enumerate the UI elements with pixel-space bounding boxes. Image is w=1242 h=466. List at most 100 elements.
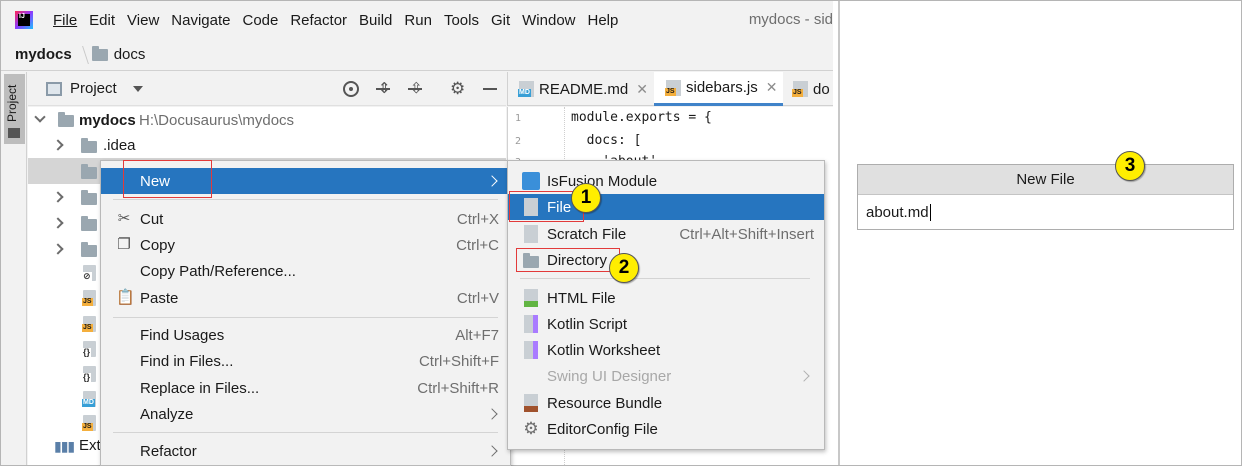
menu-item-paste[interactable]: 📋 Paste Ctrl+V [101,285,510,311]
menu-item-replace-in-files[interactable]: Replace in Files... Ctrl+Shift+R [101,375,510,401]
menu-item-cut[interactable]: ✂ Cut Ctrl+X [101,206,510,232]
highlight-directory [516,248,620,272]
chevron-right-icon [798,370,810,382]
html-file-icon [524,289,538,307]
menu-item-label: Scratch File [547,225,627,243]
isfusion-icon [522,172,540,190]
chevron-right-icon [486,445,498,457]
gear-icon[interactable]: ⚙ [450,80,466,97]
gear-icon: ⚙ [523,419,539,438]
breadcrumb-docs[interactable]: docs [114,46,146,63]
breadcrumb-root[interactable]: mydocs [15,46,72,63]
tab-docs[interactable]: JS do [792,72,830,106]
menu-item-find-in-files[interactable]: Find in Files... Ctrl+Shift+F [101,348,510,374]
folder-icon [81,164,97,179]
menu-window[interactable]: Window [522,12,575,29]
project-stripe-tab[interactable]: Project [4,74,25,144]
menu-item-label: EditorConfig File [547,420,658,438]
filename-input[interactable]: about.md [858,196,1233,229]
menu-code[interactable]: Code [242,12,278,29]
chevron-right-icon [486,175,498,187]
menu-item-refactor[interactable]: Refactor [101,438,510,464]
menu-item-editorconfig-file[interactable]: ⚙ EditorConfig File [508,416,824,442]
menu-item-find-usages[interactable]: Find Usages Alt+F7 [101,322,510,348]
close-icon[interactable]: ✕ [766,79,778,96]
menu-tools[interactable]: Tools [444,12,479,29]
copy-icon: ❐ [117,236,131,253]
js-file-icon: JS [792,81,808,97]
menu-item-resource-bundle[interactable]: Resource Bundle [508,390,824,416]
menu-edit[interactable]: Edit [89,12,115,29]
shortcut-label: Ctrl+Shift+F [418,352,499,370]
menu-item-label: Kotlin Worksheet [547,341,661,359]
json-file-icon: {} [82,341,96,357]
json-file-icon: {} [82,366,96,382]
view-dropdown-icon[interactable] [132,85,143,92]
project-view-icon [46,81,62,96]
tree-row-idea[interactable]: .idea [28,132,506,158]
tree-row-root[interactable]: mydocs H:\Docusaurus\mydocs [28,107,506,133]
chevron-down-icon[interactable] [34,111,46,123]
panel-divider [838,1,840,465]
menu-git[interactable]: Git [491,12,510,29]
folder-icon [91,45,108,61]
highlight-new [123,160,212,198]
js-file-icon: JS [82,290,96,306]
menu-item-label: IsFusion Module [547,172,658,190]
menu-item-label: Resource Bundle [547,394,663,412]
resource-bundle-icon [524,394,538,412]
menu-separator [113,432,498,433]
chevron-right-icon[interactable] [52,191,64,203]
tab-sidebars[interactable]: JS sidebars.js ✕ [654,72,784,106]
dialog-title: New File [858,165,1233,195]
tree-root-label: mydocs [79,111,136,129]
kotlin-icon [524,341,538,359]
libraries-icon: ▮▮▮ [54,438,75,454]
collapse-all-icon[interactable] [407,79,423,97]
close-icon[interactable]: ✕ [636,81,648,98]
text-caret [929,204,931,221]
breadcrumb: mydocs docs [1,39,833,71]
menu-view[interactable]: View [127,12,159,29]
menu-build[interactable]: Build [359,12,392,29]
project-view-title[interactable]: Project [70,80,117,97]
menu-separator [113,317,498,318]
menu-item-swing-ui-designer: Swing UI Designer [508,363,824,389]
menu-item-html-file[interactable]: HTML File [508,285,824,311]
md-file-icon: MD [518,81,534,97]
menu-item-copy-path[interactable]: Copy Path/Reference... [101,258,510,284]
chevron-right-icon[interactable] [52,217,64,229]
expand-all-icon[interactable] [375,79,391,97]
menu-help[interactable]: Help [588,12,619,29]
menu-item-copy[interactable]: ❐ Copy Ctrl+C [101,232,510,258]
menu-bar: File Edit View Navigate Code Refactor Bu… [1,1,833,39]
chevron-right-icon[interactable] [52,139,64,151]
chevron-right-icon[interactable] [52,243,64,255]
menu-file[interactable]: File [53,12,77,29]
folder-icon [8,128,20,138]
menu-item-analyze[interactable]: Analyze [101,401,510,427]
code-line: docs: [ [571,133,642,148]
tab-label: sidebars.js [686,79,758,96]
menu-item-kotlin-worksheet[interactable]: Kotlin Worksheet [508,337,824,363]
locate-icon[interactable] [343,81,359,97]
new-file-dialog: New File about.md [857,164,1234,230]
shortcut-label: Ctrl+X [456,210,499,228]
shortcut-label: Ctrl+Alt+Shift+Insert [679,225,814,243]
tree-idea-label: .idea [103,136,136,154]
callout-badge-2: 2 [609,253,639,283]
hide-icon[interactable] [482,81,498,97]
menu-separator [520,278,810,279]
menu-item-scratch-file[interactable]: Scratch File Ctrl+Alt+Shift+Insert [508,221,824,247]
menu-navigate[interactable]: Navigate [171,12,230,29]
ignore-file-icon: ⊘ [82,265,96,281]
menu-item-label: Find in Files... [140,352,234,370]
callout-badge-3: 3 [1115,151,1145,181]
menu-refactor[interactable]: Refactor [290,12,347,29]
menu-separator [113,199,498,200]
menu-run[interactable]: Run [404,12,432,29]
tab-readme[interactable]: MD README.md ✕ [518,72,648,106]
folder-icon [81,216,97,231]
menu-item-kotlin-script[interactable]: Kotlin Script [508,311,824,337]
folder-icon [81,138,97,153]
